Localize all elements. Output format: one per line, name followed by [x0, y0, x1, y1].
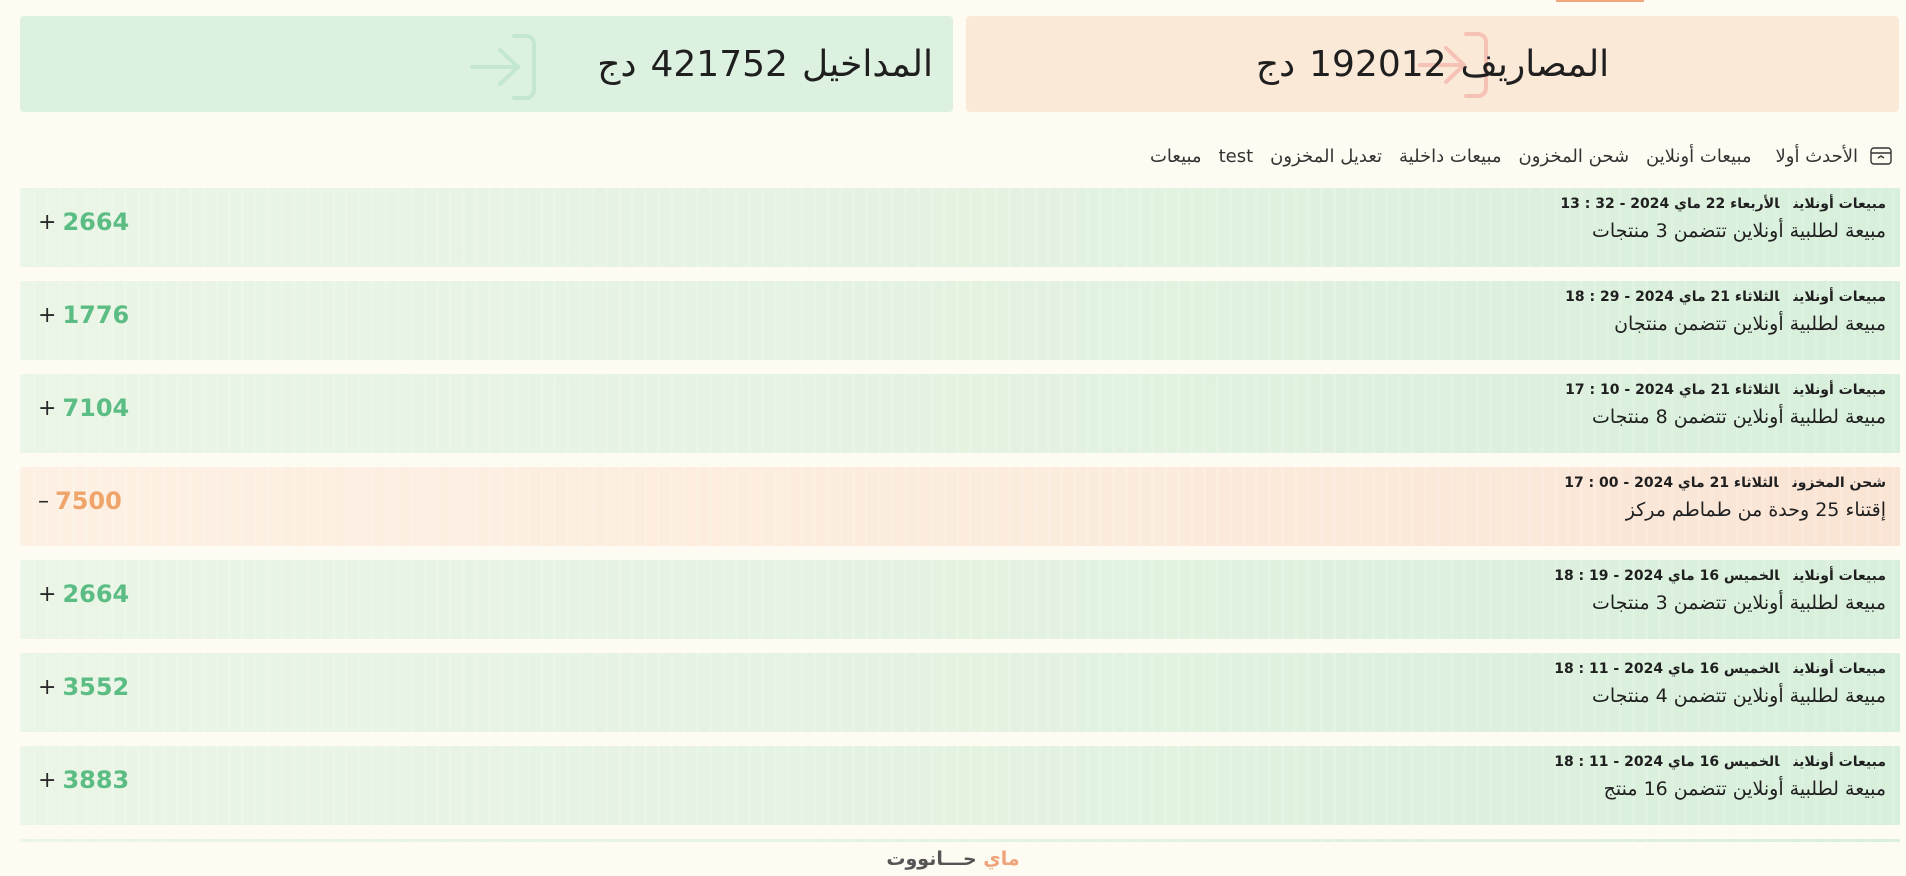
transaction-datetime: الأربعاء 22 ماي 2024 - 32 : 13: [1560, 196, 1780, 212]
filter-tab-stock-adjustment[interactable]: تعديل المخزون: [1270, 146, 1382, 167]
transaction-meta: مبيعات أونلاين الأربعاء 22 ماي 2024 - 32 …: [1560, 194, 1886, 214]
transaction-amount: +2664: [38, 580, 129, 608]
transaction-type: شحن المخزون: [1792, 475, 1886, 491]
filter-tab-stock-restock[interactable]: شحن المخزون: [1519, 146, 1629, 167]
transaction-sign: +: [38, 674, 57, 700]
transaction-meta: مبيعات أونلاين الخميس 16 ماي 2024 - 11 : …: [1554, 752, 1886, 772]
transaction-row[interactable]: مبيعات أونلاين الخميس 16 ماي 2024 - 11 : …: [20, 653, 1900, 732]
login-icon: [470, 34, 536, 100]
transaction-datetime: الثلاثاء 21 ماي 2024 - 29 : 18: [1565, 289, 1780, 305]
transaction-value: 7500: [55, 487, 122, 515]
transaction-value: 1776: [62, 301, 130, 329]
transaction-meta: شحن المخزون الثلاثاء 21 ماي 2024 - 00 : 1…: [1564, 473, 1886, 493]
transaction-sign: +: [38, 302, 57, 328]
transaction-type: مبيعات أونلاين: [1793, 568, 1886, 584]
archive-icon: [1870, 147, 1892, 165]
expenses-summary: المصاريف 192012 دج: [1256, 44, 1609, 85]
expenses-label: المصاريف: [1460, 43, 1610, 85]
transaction-datetime: الخميس 16 ماي 2024 - 11 : 18: [1554, 661, 1780, 677]
transaction-info: شحن المخزون الثلاثاء 21 ماي 2024 - 00 : 1…: [1564, 473, 1886, 525]
expenses-card: المصاريف 192012 دج: [966, 16, 1899, 112]
filter-tab-test[interactable]: test: [1219, 146, 1254, 167]
brand-name-part2: حـــانووت: [886, 848, 977, 870]
transaction-info: مبيعات أونلاين الأربعاء 22 ماي 2024 - 32 …: [1560, 194, 1886, 246]
transaction-amount: +1776: [38, 301, 129, 329]
sort-newest-button[interactable]: الأحدث أولا: [1776, 146, 1892, 167]
footer-brand: ماي حـــانووت: [0, 842, 1906, 876]
top-accent-bar: [1556, 0, 1644, 2]
transaction-description: مبيعة لطلبية أونلاين تتضمن منتجان: [1614, 313, 1886, 335]
income-label: المداخيل: [801, 43, 933, 85]
income-summary: المداخيل 421752 دج: [597, 44, 933, 85]
transactions-list: مبيعات أونلاين الأربعاء 22 ماي 2024 - 32 …: [20, 188, 1900, 859]
transaction-row[interactable]: مبيعات أونلاين الخميس 16 ماي 2024 - 11 : …: [20, 746, 1900, 825]
filter-bar: الأحدث أولا مبيعات أونلاين شحن المخزون م…: [1133, 142, 1892, 170]
transaction-amount: –7500: [38, 487, 122, 515]
transaction-amount: +7104: [38, 394, 129, 422]
transaction-info: مبيعات أونلاين الخميس 16 ماي 2024 - 19 : …: [1554, 566, 1886, 618]
transaction-meta: مبيعات أونلاين الثلاثاء 21 ماي 2024 - 29 …: [1565, 287, 1886, 307]
transaction-value: 2664: [62, 580, 130, 608]
transaction-row[interactable]: مبيعات أونلاين الأربعاء 22 ماي 2024 - 32 …: [20, 188, 1900, 267]
transaction-sign: +: [38, 581, 57, 607]
transaction-description: مبيعة لطلبية أونلاين تتضمن 16 منتج: [1603, 778, 1886, 800]
transaction-type: مبيعات أونلاين: [1793, 196, 1886, 212]
income-card: المداخيل 421752 دج: [20, 16, 953, 112]
transaction-type: مبيعات أونلاين: [1793, 289, 1886, 305]
transaction-row[interactable]: مبيعات أونلاين الخميس 16 ماي 2024 - 19 : …: [20, 560, 1900, 639]
transaction-meta: مبيعات أونلاين الخميس 16 ماي 2024 - 11 : …: [1554, 659, 1886, 679]
income-amount: 421752: [650, 43, 788, 85]
transaction-meta: مبيعات أونلاين الثلاثاء 21 ماي 2024 - 10 …: [1565, 380, 1886, 400]
transaction-info: مبيعات أونلاين الثلاثاء 21 ماي 2024 - 10 …: [1565, 380, 1886, 432]
transaction-description: مبيعة لطلبية أونلاين تتضمن 3 منتجات: [1592, 220, 1886, 242]
income-currency: دج: [597, 43, 637, 85]
transaction-row[interactable]: مبيعات أونلاين الثلاثاء 21 ماي 2024 - 10 …: [20, 374, 1900, 453]
transaction-row[interactable]: مبيعات أونلاين الثلاثاء 21 ماي 2024 - 29 …: [20, 281, 1900, 360]
transaction-sign: –: [38, 488, 49, 514]
sort-label: الأحدث أولا: [1775, 145, 1858, 167]
transaction-meta: مبيعات أونلاين الخميس 16 ماي 2024 - 19 : …: [1554, 566, 1886, 586]
transaction-info: مبيعات أونلاين الثلاثاء 21 ماي 2024 - 29 …: [1565, 287, 1886, 339]
transaction-value: 3883: [62, 766, 130, 794]
filter-tab-online-sales[interactable]: مبيعات أونلاين: [1646, 146, 1752, 167]
transaction-amount: +3883: [38, 766, 129, 794]
filter-tab-internal-sales[interactable]: مبيعات داخلية: [1399, 146, 1502, 167]
transaction-amount: +3552: [38, 673, 129, 701]
transaction-row[interactable]: شحن المخزون الثلاثاء 21 ماي 2024 - 00 : 1…: [20, 467, 1900, 546]
transaction-datetime: الخميس 16 ماي 2024 - 19 : 18: [1554, 568, 1780, 584]
transaction-type: مبيعات أونلاين: [1793, 661, 1886, 677]
transaction-info: مبيعات أونلاين الخميس 16 ماي 2024 - 11 : …: [1554, 659, 1886, 711]
transaction-description: مبيعة لطلبية أونلاين تتضمن 3 منتجات: [1592, 592, 1886, 614]
filter-tab-sales[interactable]: مبيعات: [1150, 146, 1202, 167]
transaction-value: 7104: [62, 394, 130, 422]
transaction-sign: +: [38, 209, 57, 235]
transaction-amount: +2664: [38, 208, 129, 236]
transaction-datetime: الثلاثاء 21 ماي 2024 - 10 : 17: [1565, 382, 1780, 398]
transaction-description: مبيعة لطلبية أونلاين تتضمن 8 منتجات: [1592, 406, 1886, 428]
transaction-sign: +: [38, 767, 57, 793]
transaction-description: مبيعة لطلبية أونلاين تتضمن 4 منتجات: [1592, 685, 1886, 707]
transaction-value: 2664: [62, 208, 130, 236]
transaction-type: مبيعات أونلاين: [1793, 382, 1886, 398]
transaction-value: 3552: [62, 673, 130, 701]
transaction-sign: +: [38, 395, 57, 421]
transaction-type: مبيعات أونلاين: [1793, 754, 1886, 770]
expenses-currency: دج: [1255, 43, 1296, 85]
transaction-datetime: الخميس 16 ماي 2024 - 11 : 18: [1554, 754, 1780, 770]
transaction-description: إقتناء 25 وحدة من طماطم مركز: [1625, 499, 1886, 521]
transaction-info: مبيعات أونلاين الخميس 16 ماي 2024 - 11 : …: [1554, 752, 1886, 804]
expenses-amount: 192012: [1309, 43, 1447, 85]
transaction-datetime: الثلاثاء 21 ماي 2024 - 00 : 17: [1564, 475, 1779, 491]
brand-name-part1: ماي: [983, 848, 1020, 870]
